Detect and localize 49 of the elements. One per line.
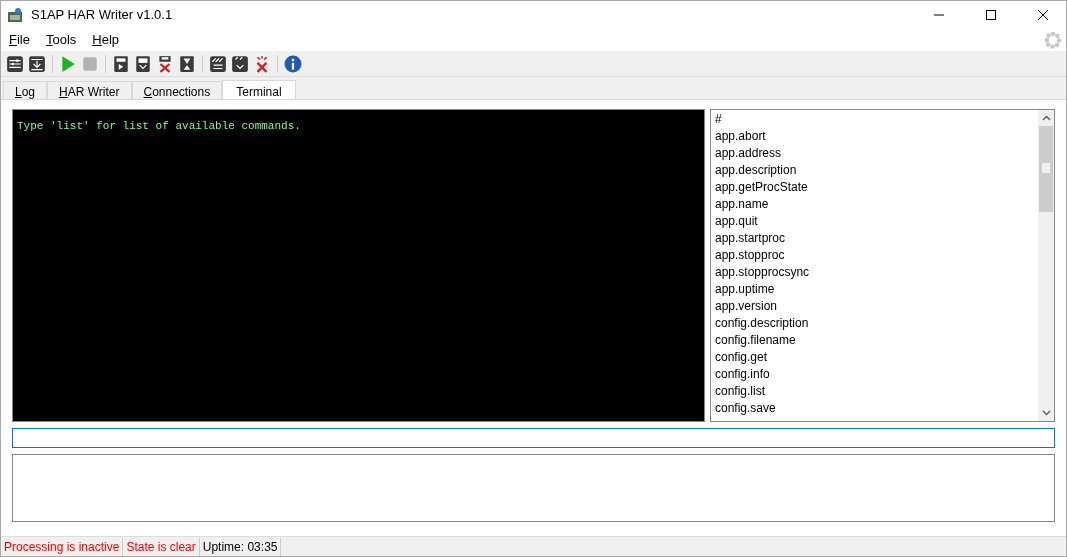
menu-item[interactable]: File xyxy=(1,30,38,50)
command-list[interactable] xyxy=(710,109,1055,422)
app-icon xyxy=(7,7,23,23)
scroll-up-icon[interactable] xyxy=(1041,115,1051,121)
list-item[interactable]: app.address xyxy=(715,145,1038,162)
tab[interactable]: Connections xyxy=(131,81,223,99)
scrollbar[interactable] xyxy=(1038,110,1054,421)
record-play-icon[interactable] xyxy=(112,54,130,73)
list-item[interactable]: app.description xyxy=(715,162,1038,179)
record-save-icon[interactable] xyxy=(134,54,152,73)
clapper-down-icon[interactable] xyxy=(231,54,249,73)
list-item[interactable]: config.filename xyxy=(715,332,1038,349)
clapper-icon[interactable] xyxy=(209,54,227,73)
status-text: Processing is inactive xyxy=(1,537,124,556)
command-input[interactable] xyxy=(12,428,1055,448)
list-item[interactable]: app.startproc xyxy=(715,230,1038,247)
tab[interactable]: Terminal xyxy=(222,80,296,100)
close-icon[interactable] xyxy=(1038,10,1048,20)
scroll-thumb[interactable] xyxy=(1039,126,1053,212)
list-item[interactable]: app.quit xyxy=(715,213,1038,230)
download-icon[interactable] xyxy=(28,54,46,73)
window-title: S1AP HAR Writer v1.0.1 xyxy=(31,6,173,25)
list-item[interactable]: config.description xyxy=(715,315,1038,332)
menu-item[interactable]: Tools xyxy=(37,30,85,50)
terminal-text: Type 'list' for list of available commands. xyxy=(17,120,301,132)
info-icon[interactable] xyxy=(284,54,302,73)
list-item[interactable]: config.get xyxy=(715,349,1038,366)
scroll-down-icon[interactable] xyxy=(1041,410,1051,416)
list-item[interactable]: app.name xyxy=(715,196,1038,213)
spinner-icon xyxy=(1044,31,1062,49)
list-item[interactable]: app.stopproc xyxy=(715,247,1038,264)
tab[interactable]: HAR Writer xyxy=(47,81,132,99)
list-item[interactable]: # xyxy=(715,111,1038,128)
delete-icon[interactable] xyxy=(156,54,174,73)
status-text: Uptime: 03:35 xyxy=(199,537,282,556)
tab[interactable]: Log xyxy=(3,81,48,99)
status-text: State is clear xyxy=(123,537,200,556)
sliders-icon[interactable] xyxy=(6,54,24,73)
list-item[interactable]: config.list xyxy=(715,383,1038,400)
list-item[interactable]: app.getProcState xyxy=(715,179,1038,196)
list-item[interactable]: app.stopprocsync xyxy=(715,264,1038,281)
list-item[interactable]: config.save xyxy=(715,400,1038,417)
list-item[interactable]: app.abort xyxy=(715,128,1038,145)
list-item[interactable]: config.info xyxy=(715,366,1038,383)
maximize-icon[interactable] xyxy=(986,10,996,20)
menu-item[interactable]: Help xyxy=(84,30,128,50)
hourglass-icon[interactable] xyxy=(178,54,196,73)
list-item[interactable]: app.version xyxy=(715,298,1038,315)
list-item[interactable]: app.uptime xyxy=(715,281,1038,298)
